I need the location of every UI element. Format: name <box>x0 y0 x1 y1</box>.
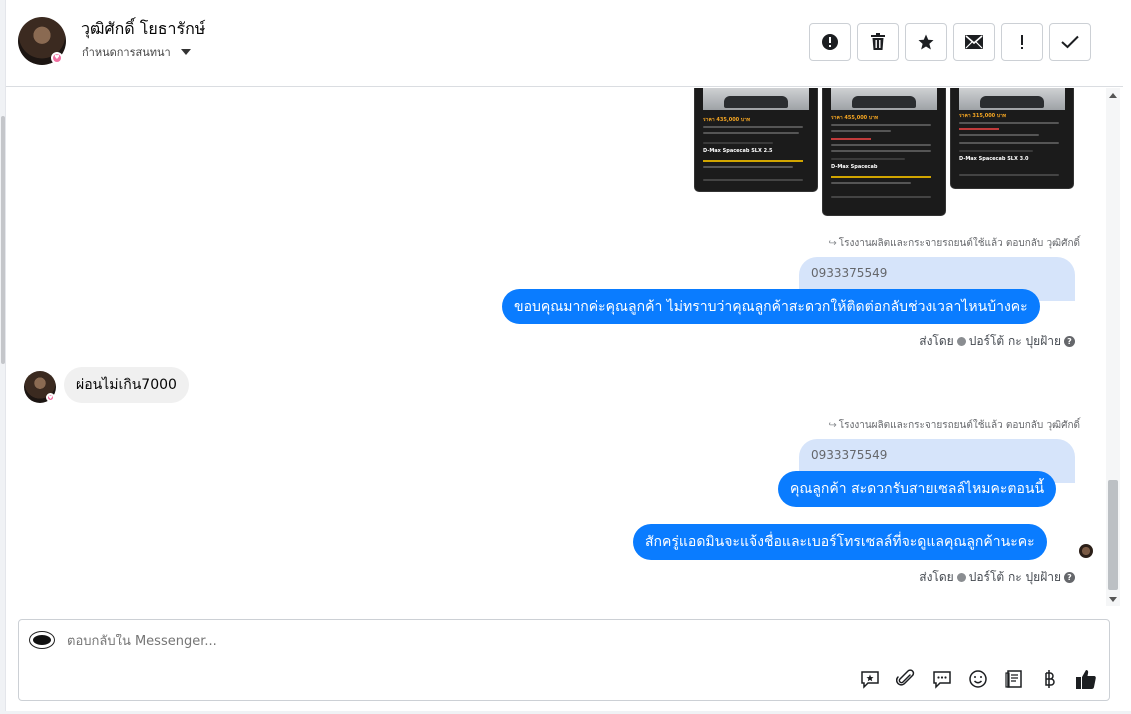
delete-button[interactable] <box>857 23 899 61</box>
reply-meta: ↪ โรงงานผลิตและกระจายรถยนต์ใช้แล้ว ตอบกลั… <box>828 238 1080 249</box>
quoted-text: 0933375549 <box>811 266 888 280</box>
payment-button[interactable] <box>1037 666 1063 692</box>
page-avatar <box>29 631 55 649</box>
conversation-header: ♥ วุฒิศักดิ์ โยธารักษ์ กำหนดการสนทนา <box>6 0 1123 87</box>
sent-by-label: ส่งโดย ปอร์โต้ กะ ปุยฝ้าย ? <box>919 332 1075 351</box>
product-card[interactable]: ราคา 435,000 บาท D-Max Spacecab SLX 2.5 <box>695 88 817 191</box>
quick-reply-button[interactable] <box>929 666 955 692</box>
card-price: ราคา 315,000 บาท <box>959 113 1007 119</box>
star-button[interactable] <box>905 23 947 61</box>
left-scrollbar-thumb[interactable] <box>1 116 5 364</box>
card-model: D-Max Spacecab SLX 3.0 <box>959 156 1029 162</box>
status-dot-icon <box>956 573 966 582</box>
quoted-text: 0933375549 <box>811 448 888 462</box>
mark-unread-button[interactable] <box>953 23 995 61</box>
help-icon[interactable]: ? <box>1064 336 1075 347</box>
sender-name[interactable]: ปอร์โต้ กะ ปุยฝ้าย <box>969 332 1061 351</box>
product-card[interactable]: ราคา 455,000 บาท D-Max Spacecab <box>823 88 945 215</box>
message-thread[interactable]: ราคา 435,000 บาท D-Max Spacecab SLX 2.5 … <box>6 88 1117 606</box>
star-icon <box>918 34 934 50</box>
reply-composer <box>18 619 1110 701</box>
outgoing-message[interactable]: ขอบคุณมากค่ะคุณลูกค้า ไม่ทราบว่าคุณลูกค้… <box>502 289 1040 324</box>
smiley-icon <box>969 670 987 688</box>
saved-reply-icon <box>861 671 879 689</box>
product-card[interactable]: ราคา 315,000 บาท D-Max Spacecab SLX 3.0 <box>951 88 1073 188</box>
exclamation-icon <box>1021 35 1023 49</box>
incoming-message[interactable]: ผ่อนไม่เกิน7000 <box>64 367 189 403</box>
assign-conversation-dropdown[interactable]: กำหนดการสนทนา <box>82 43 191 61</box>
status-dot-icon <box>956 337 966 346</box>
header-toolbar <box>809 23 1091 61</box>
baht-icon <box>1045 670 1055 688</box>
card-price: ราคา 435,000 บาท <box>703 117 751 123</box>
card-price: ราคา 455,000 บาท <box>831 115 879 121</box>
outgoing-message[interactable]: คุณลูกค้า สะดวกรับสายเซลล์ไหมคะตอนนี้ <box>778 471 1057 507</box>
like-button[interactable] <box>1073 666 1099 692</box>
sent-by-label: ส่งโดย ปอร์โต้ กะ ปุยฝ้าย ? <box>919 568 1075 587</box>
attach-button[interactable] <box>893 666 919 692</box>
follow-up-button[interactable] <box>1001 23 1043 61</box>
message-text: คุณลูกค้า สะดวกรับสายเซลล์ไหมคะตอนนี้ <box>790 481 1045 497</box>
paperclip-icon <box>896 669 915 686</box>
message-text: สักครู่แอดมินจะแจ้งชื่อและเบอร์โทรเซลล์ท… <box>645 534 1035 550</box>
thread-scrollbar[interactable] <box>1106 88 1120 606</box>
saved-reply-button[interactable] <box>857 666 883 692</box>
avatar-badge-icon: ♥ <box>46 393 55 402</box>
scroll-down-icon[interactable] <box>1109 597 1117 602</box>
avatar-badge-icon: ♥ <box>51 52 63 64</box>
message-text: ผ่อนไม่เกิน7000 <box>76 377 177 393</box>
scroll-up-icon[interactable] <box>1109 93 1117 98</box>
emoji-button[interactable] <box>965 666 991 692</box>
check-icon <box>1061 35 1079 49</box>
message-text: ขอบคุณมากค่ะคุณลูกค้า ไม่ทราบว่าคุณลูกค้… <box>514 298 1028 315</box>
document-icon <box>1005 670 1022 688</box>
caret-down-icon <box>180 49 191 55</box>
mark-spam-button[interactable] <box>809 23 851 61</box>
message-input[interactable] <box>67 634 767 649</box>
assign-label: กำหนดการสนทนา <box>82 46 171 59</box>
composer-tools <box>857 666 1099 692</box>
help-icon[interactable]: ? <box>1064 572 1075 583</box>
trash-icon <box>871 33 885 50</box>
chat-bubble-icon <box>933 671 951 689</box>
reply-arrow-icon: ↪ <box>828 420 837 431</box>
thumbs-up-icon <box>1076 670 1096 689</box>
catalog-button[interactable] <box>1001 666 1027 692</box>
card-model: D-Max Spacecab <box>831 164 878 170</box>
reply-arrow-icon: ↪ <box>828 238 837 249</box>
mark-done-button[interactable] <box>1049 23 1091 61</box>
contact-name[interactable]: วุฒิศักดิ์ โยธารักษ์ <box>81 17 205 42</box>
thread-scrollbar-thumb[interactable] <box>1108 480 1118 590</box>
alert-circle-icon <box>822 34 838 50</box>
card-model: D-Max Spacecab SLX 2.5 <box>703 148 773 154</box>
messenger-window: ♥ วุฒิศักดิ์ โยธารักษ์ กำหนดการสนทนา ราค… <box>0 0 1131 714</box>
outgoing-message[interactable]: สักครู่แอดมินจะแจ้งชื่อและเบอร์โทรเซลล์ท… <box>633 524 1047 560</box>
sender-name[interactable]: ปอร์โต้ กะ ปุยฝ้าย <box>969 568 1061 587</box>
read-receipt-avatar <box>1079 544 1093 558</box>
reply-meta: ↪ โรงงานผลิตและกระจายรถยนต์ใช้แล้ว ตอบกลั… <box>828 420 1080 431</box>
mail-icon <box>965 35 983 49</box>
